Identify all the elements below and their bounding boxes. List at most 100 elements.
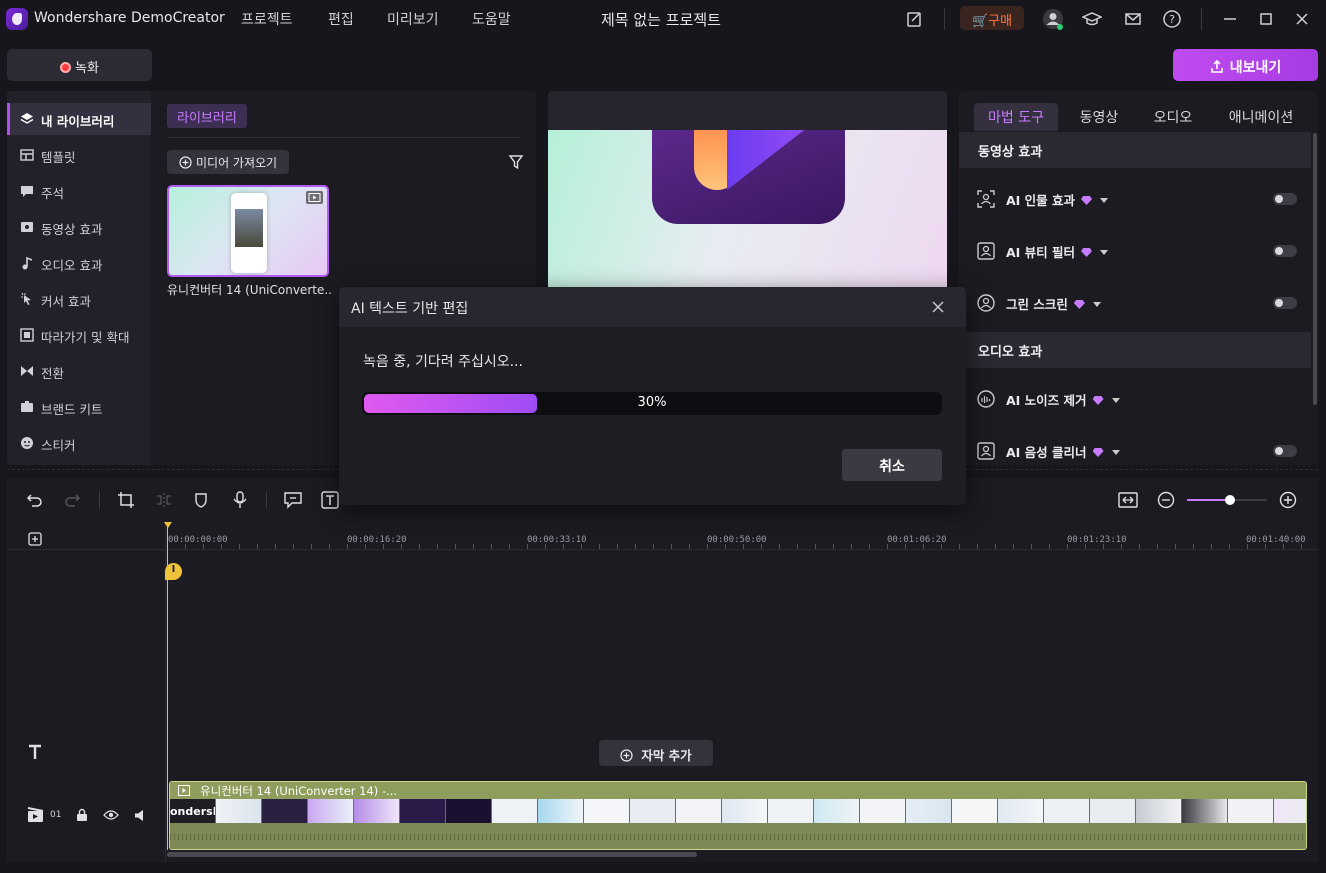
menu-help[interactable]: 도움말 — [472, 9, 511, 29]
effect-ai-voice-cleaner[interactable]: AI 음성 클리너 — [959, 424, 1311, 465]
premium-gem-icon — [1081, 196, 1093, 205]
mail-icon[interactable] — [1123, 9, 1143, 29]
cancel-button[interactable]: 취소 — [842, 449, 942, 481]
fit-width-icon[interactable] — [1118, 491, 1138, 509]
close-icon[interactable] — [1292, 9, 1312, 29]
app-logo — [6, 8, 28, 30]
import-media-button[interactable]: 미디어 가져오기 — [167, 150, 290, 174]
effect-ai-beauty[interactable]: AI 뷰티 필터 — [959, 224, 1311, 276]
plus-circle-icon — [620, 749, 633, 762]
timeline-ruler[interactable]: 00:00:00:00 00:00:16:20 00:00:33:10 00:0… — [167, 522, 1318, 550]
menu-preview[interactable]: 미리보기 — [387, 9, 439, 29]
sidebar-item-transitions[interactable]: 전환 — [7, 355, 151, 387]
divider — [944, 8, 945, 30]
sidebar-item-my-library[interactable]: 내 라이브러리 — [7, 103, 151, 135]
crop-icon[interactable] — [117, 491, 135, 509]
tab-audio[interactable]: 오디오 — [1139, 103, 1207, 131]
lock-icon[interactable] — [75, 808, 89, 822]
speaker-icon[interactable] — [133, 809, 147, 822]
undo-icon[interactable] — [26, 491, 44, 509]
timeline-horizontal-scrollbar[interactable] — [167, 852, 697, 857]
redo-icon[interactable] — [63, 491, 81, 509]
sidebar-item-brand-kit[interactable]: 브랜드 키트 — [7, 391, 151, 423]
sticker-icon — [20, 436, 34, 450]
progress-label: 30% — [637, 395, 667, 410]
tab-magic-tools[interactable]: 마법 도구 — [974, 103, 1058, 131]
democreator-logo-graphic — [652, 130, 845, 224]
account-icon[interactable] — [1041, 7, 1065, 31]
minimize-icon[interactable] — [1220, 9, 1240, 29]
menu-edit[interactable]: 편집 — [328, 9, 354, 29]
caption-icon[interactable] — [284, 491, 302, 509]
layers-icon — [20, 112, 34, 126]
video-effect-icon — [20, 220, 34, 234]
section-audio-effects: 오디오 효과 — [959, 332, 1311, 368]
toggle-ai-voice-cleaner[interactable] — [1273, 445, 1297, 457]
tab-video[interactable]: 동영상 — [1063, 103, 1135, 131]
add-subtitle-button[interactable]: 자막 추가 — [599, 740, 713, 766]
video-clip[interactable]: 유니컨버터 14 (UniConverter 14) -... ondersha — [169, 781, 1307, 850]
sidebar-item-pan-zoom[interactable]: 따라가기 및 확대 — [7, 319, 151, 351]
plus-circle-icon — [179, 156, 192, 169]
chevron-down-icon[interactable] — [1111, 450, 1120, 455]
maximize-icon[interactable] — [1256, 9, 1276, 29]
sidebar-item-video-effects[interactable]: 동영상 효과 — [7, 211, 151, 243]
green-screen-icon — [977, 294, 995, 312]
chevron-down-icon[interactable] — [1111, 398, 1120, 403]
menu-project[interactable]: 프로젝트 — [241, 9, 293, 29]
divider — [266, 491, 267, 509]
zoom-in-icon[interactable] — [1279, 491, 1297, 509]
sidebar-item-annotations[interactable]: 주석 — [7, 175, 151, 207]
effect-green-screen[interactable]: 그린 스크린 — [959, 276, 1311, 328]
sidebar-item-stickers[interactable]: 스티커 — [7, 427, 151, 459]
divider — [1201, 8, 1202, 30]
record-button[interactable]: 녹화 — [7, 49, 152, 81]
premium-gem-icon — [1092, 396, 1104, 405]
tools-panel: 마법 도구 동영상 오디오 애니메이션 동영상 효과 AI 인물 효과 AI 뷰… — [959, 91, 1318, 465]
microphone-icon[interactable] — [231, 491, 249, 509]
chevron-down-icon[interactable] — [1100, 250, 1109, 255]
shield-icon[interactable] — [192, 491, 210, 509]
sidebar-item-audio-effects[interactable]: 오디오 효과 — [7, 247, 151, 279]
template-icon — [20, 148, 34, 162]
filter-icon[interactable] — [508, 154, 524, 170]
effect-ai-person[interactable]: AI 인물 효과 — [959, 172, 1311, 224]
dialog-close-icon[interactable] — [931, 300, 945, 314]
zoom-slider-handle[interactable] — [1225, 495, 1235, 505]
edit-note-icon[interactable] — [905, 9, 925, 29]
toggle-green-screen[interactable] — [1273, 297, 1297, 309]
title-bar: Wondershare DemoCreator 프로젝트 편집 미리보기 도움말… — [0, 0, 1326, 38]
ai-text-edit-dialog: AI 텍스트 기반 편집 녹음 중, 기다려 주십시오... 30% 취소 — [339, 287, 966, 505]
split-icon[interactable] — [155, 491, 173, 509]
chevron-down-icon[interactable] — [1092, 302, 1101, 307]
divider — [167, 137, 521, 138]
sidebar-item-cursor-effects[interactable]: 커서 효과 — [7, 283, 151, 315]
add-track-icon[interactable] — [28, 532, 42, 546]
track-number: 01 — [50, 810, 62, 820]
chevron-down-icon[interactable] — [1100, 198, 1109, 203]
noise-removal-icon — [977, 390, 995, 408]
tab-library[interactable]: 라이브러리 — [167, 104, 247, 128]
transition-icon — [20, 364, 34, 378]
effect-ai-noise-removal[interactable]: AI 노이즈 제거 — [959, 372, 1311, 424]
buy-button[interactable]: 🛒구매 — [960, 6, 1024, 30]
toggle-ai-person[interactable] — [1273, 193, 1297, 205]
svg-text:?: ? — [1169, 13, 1175, 26]
playhead-handle[interactable]: I — [165, 563, 182, 580]
panel-scrollbar[interactable] — [1313, 133, 1317, 405]
toggle-ai-beauty[interactable] — [1273, 245, 1297, 257]
help-icon[interactable]: ? — [1162, 9, 1182, 29]
media-thumbnail[interactable] — [167, 185, 329, 277]
project-title: 제목 없는 프로젝트 — [601, 11, 721, 29]
eye-icon[interactable] — [103, 809, 119, 821]
premium-gem-icon — [1073, 300, 1085, 309]
cursor-icon — [20, 292, 34, 306]
graduation-cap-icon[interactable] — [1082, 9, 1102, 29]
export-button[interactable]: 내보내기 — [1173, 49, 1318, 81]
zoom-out-icon[interactable] — [1157, 491, 1175, 509]
sidebar-item-templates[interactable]: 템플릿 — [7, 139, 151, 171]
left-sidebar: 내 라이브러리 템플릿 주석 동영상 효과 오디오 효과 커서 효과 따라가기 … — [7, 91, 151, 465]
text-box-icon[interactable] — [321, 491, 339, 509]
tab-animation[interactable]: 애니메이션 — [1211, 103, 1311, 131]
zoom-slider[interactable] — [1187, 495, 1267, 505]
